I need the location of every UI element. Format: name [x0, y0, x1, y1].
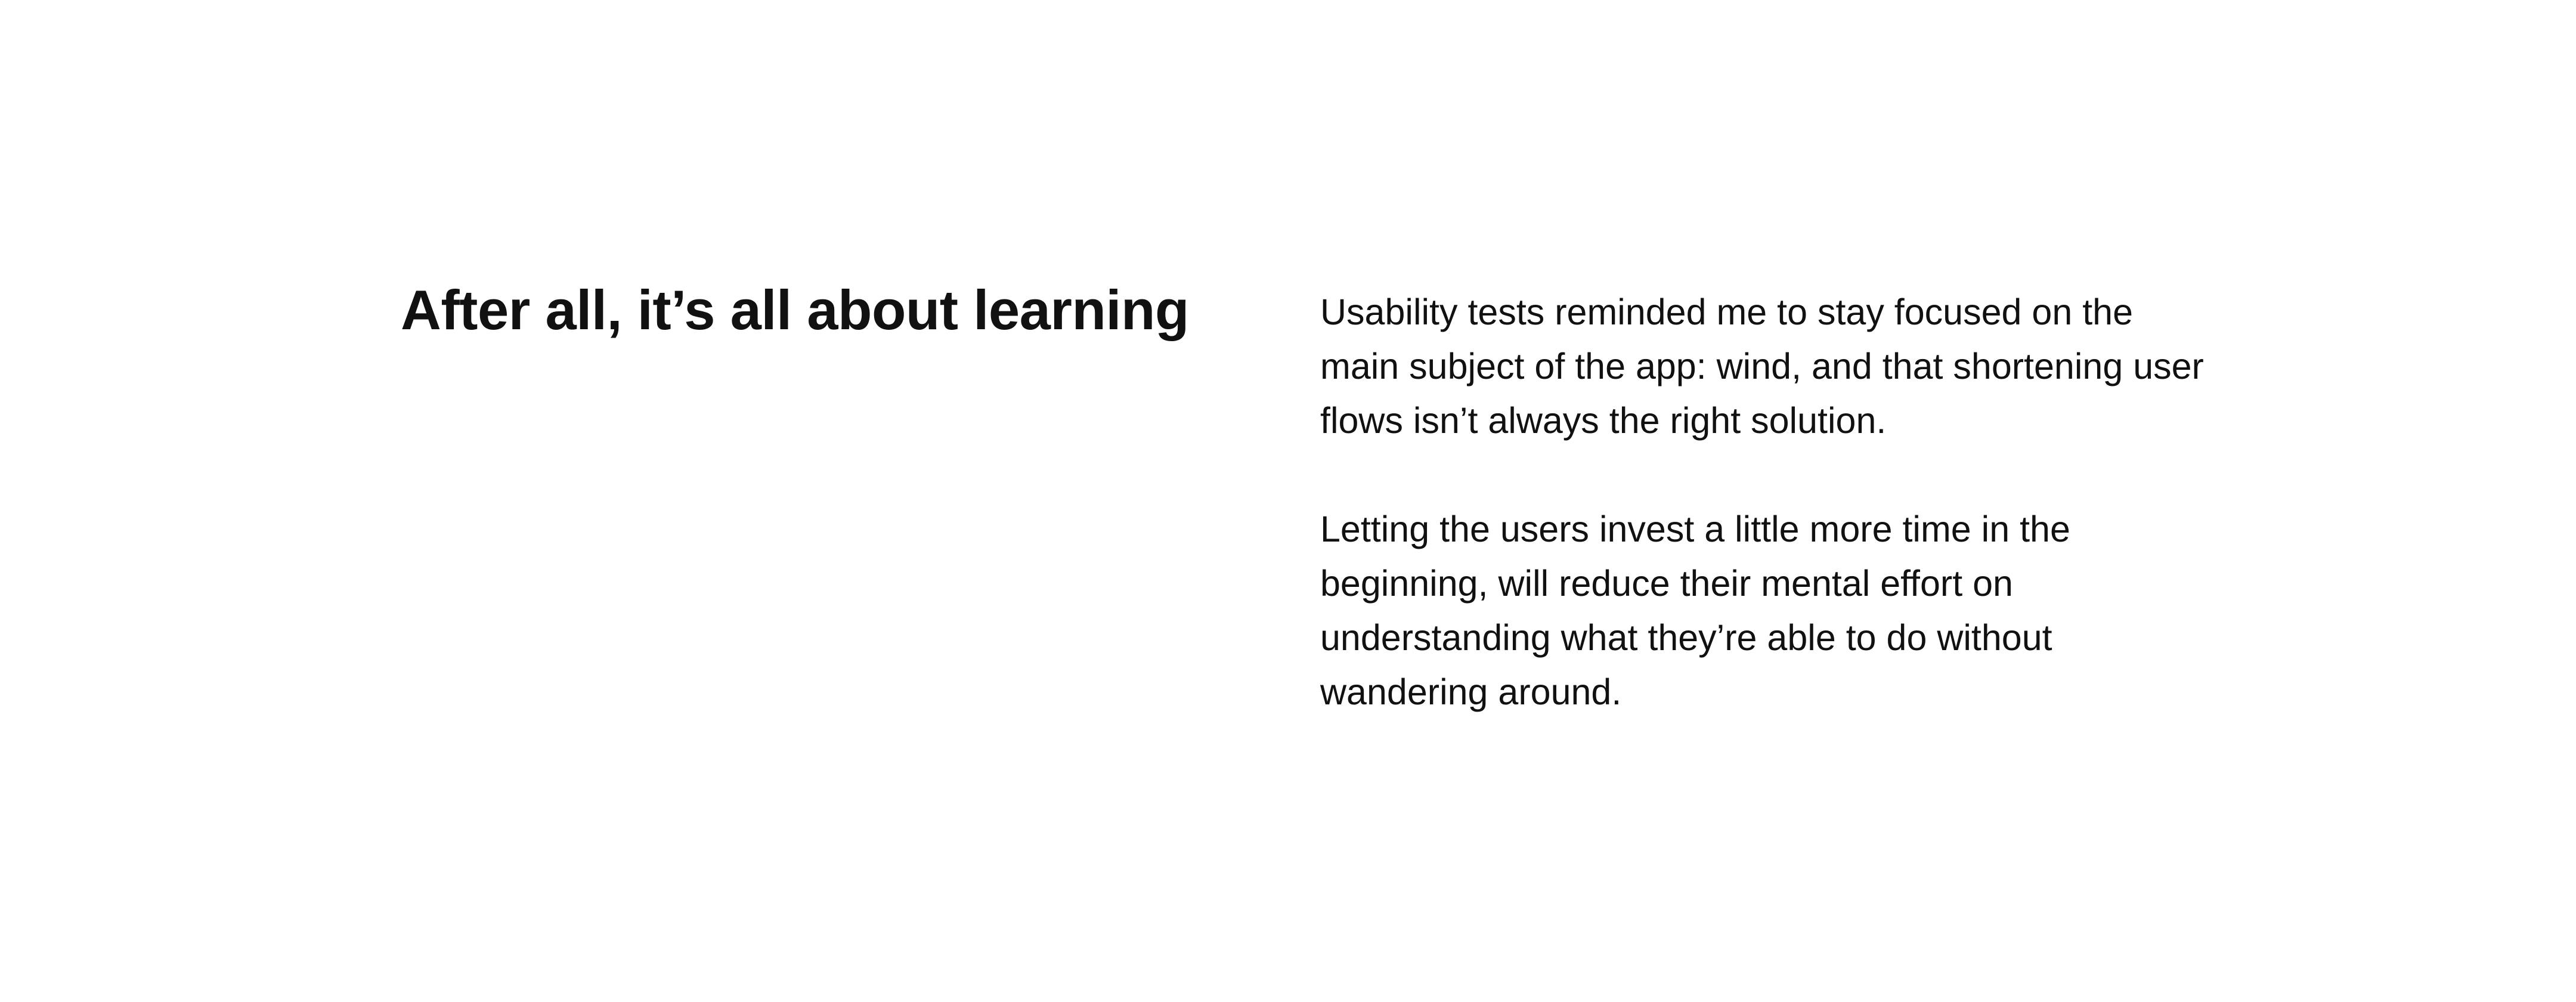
section-heading: After all, it’s all about learning: [401, 279, 1189, 341]
learning-section: After all, it’s all about learning Usabi…: [0, 0, 2576, 1002]
paragraph-user-investment: Letting the users invest a little more t…: [1320, 509, 2070, 712]
paragraph-usability-tests: Usability tests reminded me to stay focu…: [1320, 292, 2204, 441]
body-text-column: Usability tests reminded me to stay focu…: [1320, 285, 2215, 719]
